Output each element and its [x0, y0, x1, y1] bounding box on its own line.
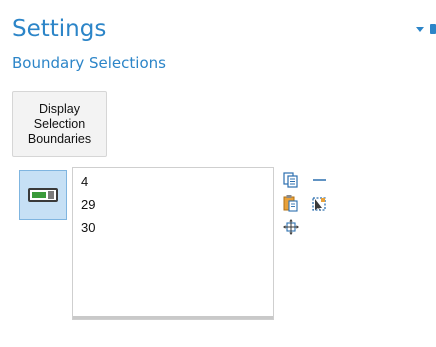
pin-icon[interactable]	[430, 24, 436, 34]
list-item[interactable]: 4	[81, 174, 88, 189]
activate-selection-toggle-icon	[28, 188, 58, 202]
paste-icon[interactable]	[282, 194, 300, 212]
header-controls	[416, 24, 436, 34]
display-selection-boundaries-button[interactable]: Display Selection Boundaries	[12, 91, 107, 157]
copy-list-icon[interactable]	[282, 171, 300, 189]
list-scroll-edge	[73, 316, 273, 319]
activate-selection-toggle[interactable]	[19, 170, 67, 220]
page-title: Settings	[12, 16, 107, 42]
zoom-to-selection-icon[interactable]	[310, 195, 328, 213]
selection-list[interactable]: 4 29 30	[72, 167, 274, 320]
move-selection-icon[interactable]	[282, 218, 300, 236]
display-selection-boundaries-label: Display Selection Boundaries	[27, 101, 92, 146]
clear-selection-icon[interactable]	[310, 171, 328, 189]
settings-panel: Settings Boundary Selections Display Sel…	[0, 0, 436, 347]
list-item[interactable]: 30	[81, 220, 95, 235]
dropdown-caret-icon[interactable]	[416, 26, 424, 32]
section-subtitle: Boundary Selections	[12, 54, 166, 72]
list-item[interactable]: 29	[81, 197, 95, 212]
